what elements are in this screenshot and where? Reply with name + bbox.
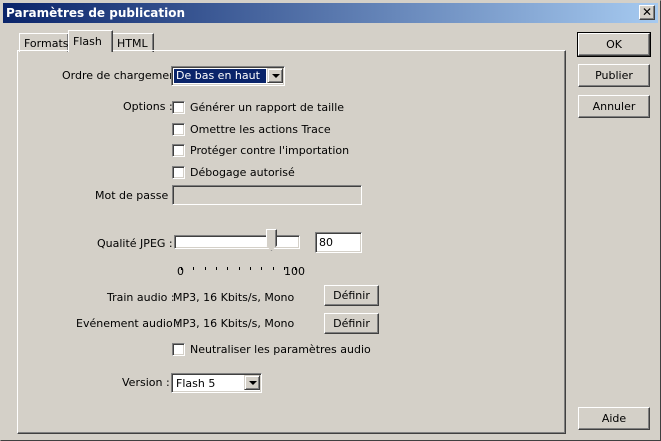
help-button[interactable]: Aide: [578, 407, 650, 430]
jpeg-quality-input[interactable]: 80: [315, 232, 362, 253]
slider-tick: [250, 267, 251, 270]
slider-tick: [261, 267, 262, 270]
version-dropdown[interactable]: Flash 5: [171, 373, 262, 393]
tab-formats-label: Formats: [24, 37, 69, 50]
password-field[interactable]: [172, 185, 362, 205]
omit-trace-label: Omettre les actions Trace: [190, 123, 331, 136]
slider-tick: [216, 267, 217, 270]
omit-trace-checkbox[interactable]: [172, 123, 185, 136]
load-order-label: Ordre de chargement :: [62, 69, 188, 82]
load-order-dropdown[interactable]: De bas en haut: [171, 66, 285, 86]
version-value: Flash 5: [176, 377, 216, 390]
override-audio-label: Neutraliser les paramètres audio: [190, 343, 371, 356]
title-bar[interactable]: Paramètres de publication ✕: [3, 3, 658, 23]
cancel-button[interactable]: Annuler: [578, 95, 650, 118]
window-title: Paramètres de publication: [6, 6, 186, 20]
audio-event-set-button[interactable]: Définir: [324, 313, 379, 334]
debugging-label: Débogage autorisé: [190, 166, 295, 179]
active-tab-join: [69, 50, 111, 52]
publish-button[interactable]: Publier: [578, 64, 650, 87]
protect-import-checkbox[interactable]: [172, 144, 185, 157]
tab-flash[interactable]: Flash: [68, 30, 113, 52]
password-label: Mot de passe :: [95, 189, 176, 202]
close-icon: ✕: [641, 5, 653, 19]
audio-event-value: MP3, 16 Kbits/s, Mono: [173, 317, 295, 330]
chevron-down-icon[interactable]: [244, 375, 260, 390]
debugging-checkbox[interactable]: [172, 166, 185, 179]
jpeg-quality-value: 80: [319, 236, 333, 249]
version-label: Version :: [122, 376, 170, 389]
slider-tick: [227, 267, 228, 270]
audio-event-label: Evénement audio :: [76, 317, 180, 330]
publish-settings-dialog: Paramètres de publication ✕ Formats Flas…: [0, 0, 661, 441]
slider-tick: [273, 267, 274, 270]
jpeg-quality-label: Qualité JPEG :: [97, 237, 173, 250]
tab-html-label: HTML: [117, 37, 148, 50]
load-order-value: De bas en haut: [173, 68, 267, 84]
audio-stream-set-button[interactable]: Définir: [324, 285, 379, 306]
slider-tick: [239, 267, 240, 270]
audio-stream-value: MP3, 16 Kbits/s, Mono: [173, 291, 295, 304]
chevron-down-icon[interactable]: [267, 68, 283, 83]
size-report-label: Générer un rapport de taille: [190, 101, 345, 114]
ok-button[interactable]: OK: [577, 32, 651, 57]
audio-stream-label: Train audio :: [107, 291, 175, 304]
protect-import-label: Protéger contre l'importation: [190, 144, 350, 157]
size-report-checkbox[interactable]: [172, 101, 185, 114]
slider-min-label: 0: [177, 265, 184, 278]
tab-flash-label: Flash: [73, 35, 102, 48]
options-label: Options :: [123, 100, 173, 113]
slider-max-label: 100: [284, 265, 305, 278]
slider-tick: [193, 267, 194, 270]
jpeg-quality-slider-track[interactable]: [174, 235, 300, 249]
close-button[interactable]: ✕: [639, 5, 655, 20]
override-audio-checkbox[interactable]: [172, 343, 185, 356]
slider-tick: [205, 267, 206, 270]
